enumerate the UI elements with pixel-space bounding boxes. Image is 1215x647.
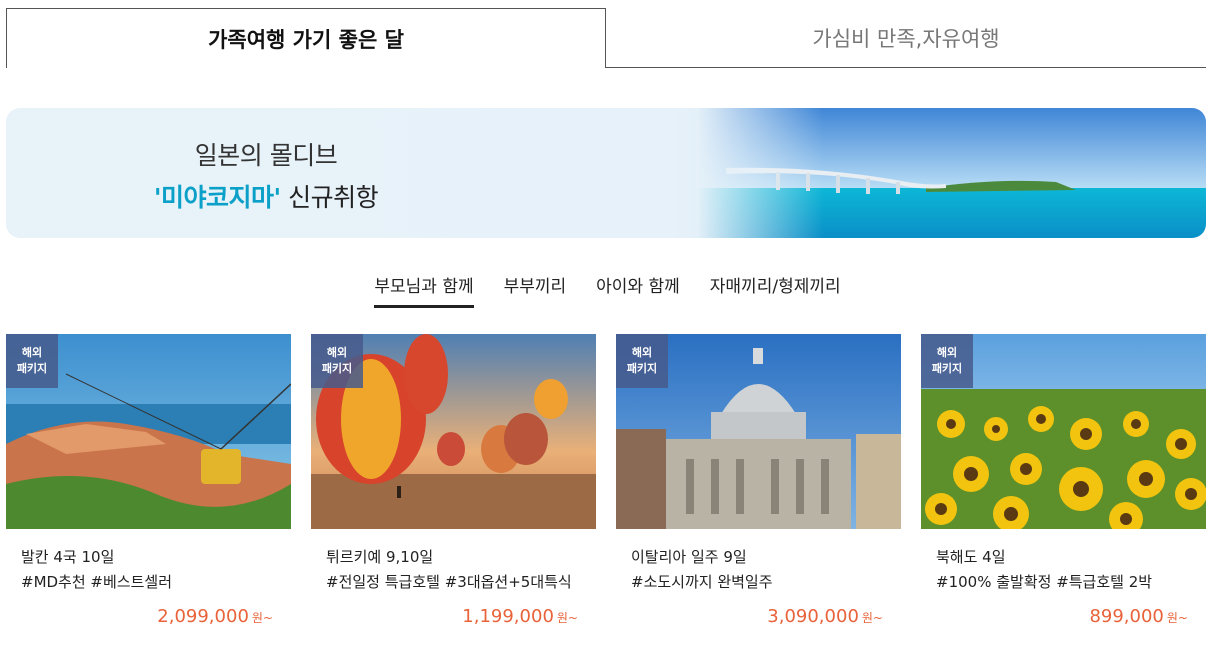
card-tags: #소도시까지 완벽일주 (631, 573, 773, 591)
package-badge: 해외 패키지 (921, 334, 973, 388)
top-tabs: 가족여행 가기 좋은 달 가심비 만족,자유여행 (6, 8, 1206, 68)
card-title: 튀르키예 9,10일 (326, 548, 434, 566)
banner-headline: 일본의 몰디브 (194, 141, 338, 170)
product-card-list: 해외 패키지 발칸 4국 10일 #MD추천 #베스트셀러 2,099,000 원~… (6, 334, 1206, 634)
category-subtabs: 부모님과 함께 부부끼리 아이와 함께 자매끼리/형제끼리 (0, 272, 1215, 308)
tab-value-free-travel[interactable]: 가심비 만족,자유여행 (606, 8, 1206, 68)
subtab-with-parents[interactable]: 부모님과 함께 (374, 272, 474, 308)
card-price: 2,099,000 원~ (157, 606, 273, 627)
subtab-siblings[interactable]: 자매끼리/형제끼리 (710, 272, 841, 308)
card-image-cappadocia: 해외 패키지 (311, 334, 596, 529)
banner-subheadline-rest: 신규취항 (280, 183, 379, 212)
promo-banner[interactable]: 일본의 몰디브 '미야코지마' 신규취항 (6, 108, 1206, 238)
package-badge: 해외 패키지 (311, 334, 363, 388)
banner-highlight: '미야코지마' (153, 183, 281, 212)
card-title: 이탈리아 일주 9일 (631, 548, 747, 566)
product-card[interactable]: 해외 패키지 이탈리아 일주 9일 #소도시까지 완벽일주 3,090,000 원~ (616, 334, 901, 634)
tab-family-travel[interactable]: 가족여행 가기 좋은 달 (6, 8, 606, 68)
product-card[interactable]: 해외 패키지 튀르키예 9,10일 #전일정 특급호텔 #3대옵션+5대특식 1,… (311, 334, 596, 634)
card-price: 899,000 원~ (1089, 606, 1188, 627)
card-title: 발칸 4국 10일 (21, 548, 115, 566)
product-card[interactable]: 해외 패키지 북해도 4일 #100% 출발확정 #특급호텔 2박 899,000… (921, 334, 1206, 634)
card-price: 3,090,000 원~ (767, 606, 883, 627)
bridge-sea-image (696, 108, 1206, 238)
card-image-dubrovnik: 해외 패키지 (6, 334, 291, 529)
card-tags: #전일정 특급호텔 #3대옵션+5대특식 (326, 573, 572, 591)
card-tags: #100% 출발확정 #특급호텔 2박 (936, 573, 1153, 591)
card-price: 1,199,000 원~ (462, 606, 578, 627)
card-image-vatican: 해외 패키지 (616, 334, 901, 529)
subtab-with-kids[interactable]: 아이와 함께 (596, 272, 680, 308)
card-image-sunflowers: 해외 패키지 (921, 334, 1206, 529)
banner-text: 일본의 몰디브 '미야코지마' 신규취항 (6, 136, 526, 214)
package-badge: 해외 패키지 (6, 334, 58, 388)
card-tags: #MD추천 #베스트셀러 (21, 573, 172, 591)
subtab-couples[interactable]: 부부끼리 (504, 272, 567, 308)
card-title: 북해도 4일 (936, 548, 1006, 566)
banner-subheadline: '미야코지마' 신규취항 (6, 178, 526, 214)
product-card[interactable]: 해외 패키지 발칸 4국 10일 #MD추천 #베스트셀러 2,099,000 원~ (6, 334, 291, 634)
package-badge: 해외 패키지 (616, 334, 668, 388)
